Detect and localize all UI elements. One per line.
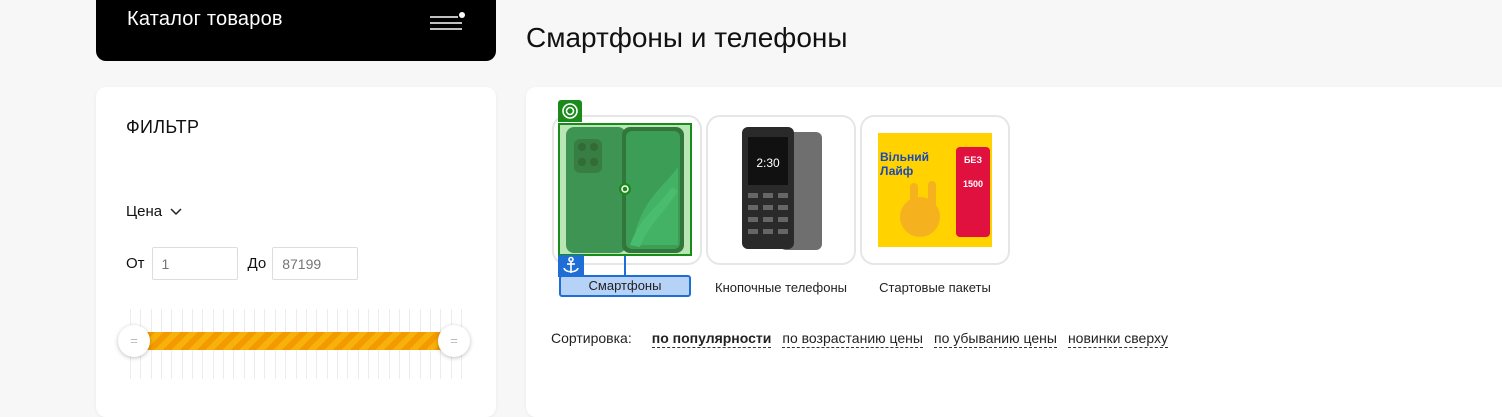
filter-title: ФИЛЬТР — [126, 117, 200, 137]
content-panel: 2:30 Вільний Лайф БЕЗ 1500 Смартфоны Кно… — [526, 87, 1502, 417]
sort-label: Сортировка: — [551, 330, 632, 346]
category-card-starter-packs[interactable]: Вільний Лайф БЕЗ 1500 — [860, 115, 1010, 265]
catalog-button[interactable]: Каталог товаров — [96, 0, 496, 61]
slider-track — [130, 332, 460, 350]
promo-text-2: Лайф — [880, 164, 914, 178]
category-label-starter-packs: Стартовые пакеты — [879, 280, 991, 295]
category-card-smartphones[interactable] — [552, 115, 702, 265]
category-label-button-phones: Кнопочные телефоны — [715, 280, 847, 295]
sort-option-price-asc[interactable]: по возрастанию цены — [782, 330, 923, 348]
selection-label: Смартфоны — [559, 275, 691, 297]
price-filter-toggle[interactable]: Цена — [126, 203, 182, 220]
slider-max-handle[interactable]: = — [438, 325, 470, 357]
promo-badge-2: 1500 — [963, 179, 983, 189]
anchor-icon — [558, 255, 584, 277]
price-to-label: До — [247, 255, 267, 272]
sort-bar: Сортировка: по популярности по возрастан… — [551, 330, 1179, 348]
button-phone-image: 2:30 — [742, 127, 822, 250]
slider-min-handle[interactable]: = — [118, 325, 150, 357]
sort-option-price-desc[interactable]: по убыванию цены — [933, 330, 1057, 348]
target-icon — [558, 100, 582, 122]
price-range-inputs: От До — [126, 247, 359, 280]
price-from-input[interactable] — [151, 247, 238, 280]
category-card-button-phones[interactable]: 2:30 — [706, 115, 856, 265]
price-slider[interactable]: = = — [118, 309, 474, 379]
selection-connector — [624, 256, 626, 276]
price-label: Цена — [126, 203, 163, 220]
page-title: Смартфоны и телефоны — [526, 22, 848, 53]
menu-lines-icon — [430, 12, 465, 30]
promo-badge-1: БЕЗ — [964, 155, 982, 165]
price-to-input[interactable] — [272, 247, 359, 280]
phone-screen-time: 2:30 — [756, 156, 780, 170]
catalog-title: Каталог товаров — [127, 8, 283, 30]
promo-text-1: Вільний — [880, 150, 929, 164]
chevron-down-icon — [170, 207, 182, 215]
sort-option-newest[interactable]: новинки сверху — [1067, 330, 1168, 348]
smartphone-image — [566, 127, 684, 253]
sim-starter-pack-image: Вільний Лайф БЕЗ 1500 — [878, 133, 992, 247]
price-from-label: От — [126, 255, 145, 272]
sort-option-popularity[interactable]: по популярности — [651, 330, 772, 348]
filter-panel: ФИЛЬТР Цена От До = = — [96, 87, 496, 417]
